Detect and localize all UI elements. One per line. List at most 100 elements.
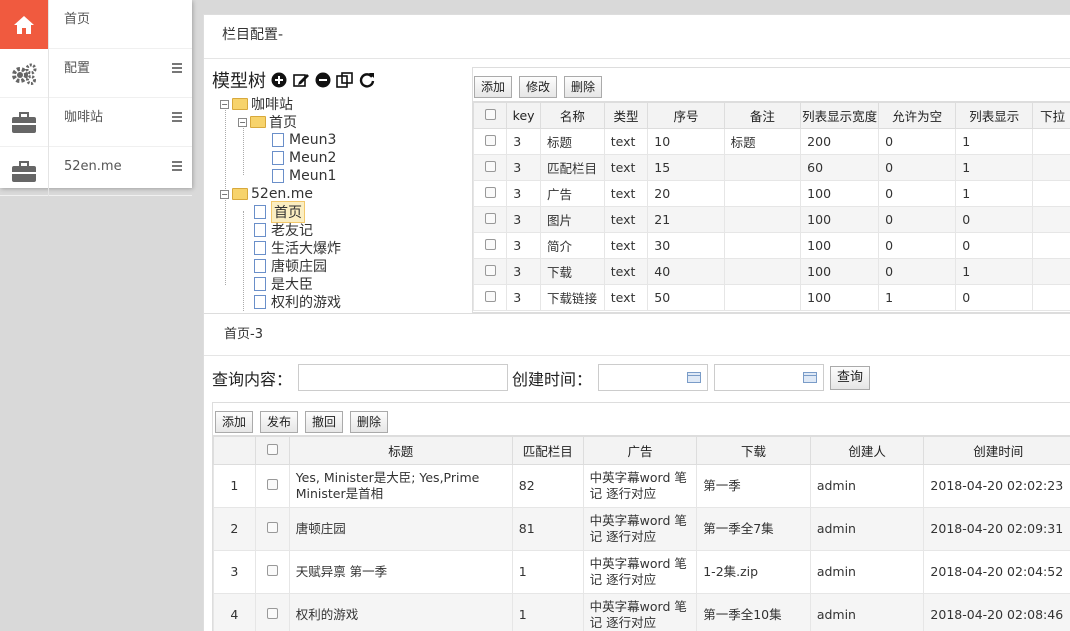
tree-node-home[interactable]: − 首页 [238, 113, 297, 131]
grid-toolbar: 添加 修改 删除 [473, 68, 1070, 102]
tree-node-meun2[interactable]: Meun2 [272, 149, 336, 167]
revoke-button[interactable]: 撤回 [305, 411, 344, 433]
column-header[interactable]: 标题 [288, 436, 513, 465]
nav-item-coffee[interactable]: 咖啡站 [0, 98, 192, 147]
query-input[interactable] [298, 364, 509, 391]
row-checkbox[interactable] [473, 232, 508, 259]
add-icon[interactable] [270, 71, 288, 89]
nav-item-home[interactable]: 首页 [0, 0, 192, 49]
table-cell: text [603, 154, 649, 181]
select-all-checkbox[interactable] [254, 436, 290, 465]
column-header[interactable]: 创建时间 [923, 436, 1070, 465]
row-checkbox[interactable] [473, 154, 508, 181]
edit-icon[interactable] [292, 71, 310, 89]
column-header[interactable]: 类型 [603, 102, 649, 129]
table-row[interactable]: 3 简介 text 30 100 0 0 [473, 232, 1070, 259]
table-row[interactable]: 4 权利的游戏 1 中英字幕word 笔记 逐行对应 第一季全10集 admin 2018-… [213, 593, 1070, 631]
menu-icon[interactable] [172, 63, 182, 75]
table-row[interactable]: 3 广告 text 20 100 0 1 [473, 180, 1070, 207]
column-header[interactable]: 备注 [723, 102, 802, 129]
tree-node-item[interactable]: 是大臣 [254, 275, 313, 293]
column-header[interactable]: 序号 [647, 102, 725, 129]
collapse-toggle[interactable]: − [238, 117, 247, 127]
table-row[interactable]: 1 Yes, Minister是大臣; Yes,Prime Minister是首相… [213, 464, 1070, 508]
tree-node-coffee[interactable]: − 咖啡站 [220, 95, 293, 113]
tree-node-item[interactable]: 唐顿庄园 [254, 257, 327, 275]
table-cell: 21 [647, 206, 725, 233]
table-cell [723, 258, 802, 285]
tree-node-meun3[interactable]: Meun3 [272, 131, 336, 149]
edit-button[interactable]: 修改 [519, 76, 558, 98]
column-header[interactable]: 创建人 [809, 436, 925, 465]
row-checkbox[interactable] [473, 180, 508, 207]
table-cell: 第一季全7集 [696, 507, 811, 551]
publish-button[interactable]: 发布 [260, 411, 299, 433]
tree-node-item[interactable]: 老友记 [254, 221, 313, 239]
table-cell: 50 [647, 284, 725, 311]
row-checkbox[interactable] [473, 206, 508, 233]
field-config-grid: 添加 修改 删除 key 名称 类型 序号 备注 列表显示宽度 允许为空 列表显… [472, 67, 1070, 313]
table-cell: 唐顿庄园 [288, 507, 513, 551]
row-checkbox[interactable] [254, 593, 290, 631]
column-header[interactable]: 名称 [539, 102, 605, 129]
table-cell: admin [809, 464, 925, 508]
column-header[interactable]: 允许为空 [878, 102, 957, 129]
row-checkbox[interactable] [254, 507, 290, 551]
add-button[interactable]: 添加 [474, 76, 513, 98]
delete-button[interactable]: 删除 [350, 411, 389, 433]
table-row[interactable]: 3 下载链接 text 50 100 1 0 [473, 284, 1070, 311]
remove-icon[interactable] [314, 71, 332, 89]
table-cell: 广告 [539, 180, 605, 207]
table-row[interactable]: 3 天赋异禀 第一季 1 中英字幕word 笔记 逐行对应 1-2集.zip admin 2… [213, 550, 1070, 594]
delete-button[interactable]: 删除 [564, 76, 603, 98]
query-button[interactable]: 查询 [830, 365, 871, 390]
collapse-toggle[interactable]: − [220, 99, 229, 109]
tree-node-item[interactable]: 生活大爆炸 [254, 239, 341, 257]
refresh-icon[interactable] [358, 71, 376, 89]
table-row[interactable]: 3 标题 text 10 标题 200 0 1 [473, 128, 1070, 155]
add-button[interactable]: 添加 [215, 411, 254, 433]
row-checkbox[interactable] [473, 258, 508, 285]
table-cell [1032, 284, 1070, 311]
date-to-field[interactable] [714, 364, 825, 391]
table-cell: 30 [647, 232, 725, 259]
column-header[interactable]: 下载 [696, 436, 811, 465]
table-cell: 天赋异禀 第一季 [288, 550, 513, 594]
table-cell: 3 [506, 154, 541, 181]
row-checkbox[interactable] [254, 464, 290, 508]
table-cell: 15 [647, 154, 725, 181]
table-row[interactable]: 3 匹配栏目 text 15 60 0 1 [473, 154, 1070, 181]
table-row[interactable]: 2 唐顿庄园 81 中英字幕word 笔记 逐行对应 第一季全7集 admin 2018-0… [213, 507, 1070, 551]
date-from-field[interactable] [598, 364, 709, 391]
column-header[interactable]: 列表显示宽度 [800, 102, 880, 129]
column-header[interactable]: 列表显示 [955, 102, 1034, 129]
column-header[interactable]: key [506, 102, 541, 129]
side-nav: 首页 配置 咖啡站 52en.me [0, 0, 192, 196]
copy-icon[interactable] [336, 71, 354, 89]
content-grid: 添加 发布 撤回 删除 标题 匹配栏目 广告 下载 创建人 创建时间 1 Yes… [212, 402, 1070, 631]
menu-icon[interactable] [172, 161, 182, 173]
table-row[interactable]: 3 下载 text 40 100 0 1 [473, 258, 1070, 285]
select-all-checkbox[interactable] [473, 102, 508, 129]
table-cell: 0 [878, 232, 957, 259]
column-header[interactable]: 匹配栏目 [511, 436, 584, 465]
table-header-row: key 名称 类型 序号 备注 列表显示宽度 允许为空 列表显示 下拉 [473, 102, 1070, 129]
nav-item-config[interactable]: 配置 [0, 49, 192, 98]
row-checkbox[interactable] [473, 128, 508, 155]
tree-node-item[interactable]: 权利的游戏 [254, 293, 341, 311]
calendar-icon[interactable] [687, 372, 702, 383]
document-icon [254, 205, 266, 219]
tree-node-meun1[interactable]: Meun1 [272, 167, 336, 185]
column-header[interactable]: 广告 [582, 436, 698, 465]
collapse-toggle[interactable]: − [220, 189, 229, 199]
column-config-panel: 栏目配置- 模型树 − 咖啡站 − 首页 Meun3 Meun2 Meun1 −52… [203, 14, 1070, 314]
tree-node-home-selected[interactable]: 首页 [254, 201, 305, 223]
menu-icon[interactable] [172, 112, 182, 124]
calendar-icon[interactable] [803, 372, 818, 383]
tree-title: 模型树 [212, 71, 266, 92]
column-header[interactable]: 下拉 [1032, 102, 1070, 129]
nav-item-52en[interactable]: 52en.me [0, 147, 192, 196]
row-checkbox[interactable] [254, 550, 290, 594]
table-row[interactable]: 3 图片 text 21 100 0 0 [473, 206, 1070, 233]
row-checkbox[interactable] [473, 284, 508, 311]
